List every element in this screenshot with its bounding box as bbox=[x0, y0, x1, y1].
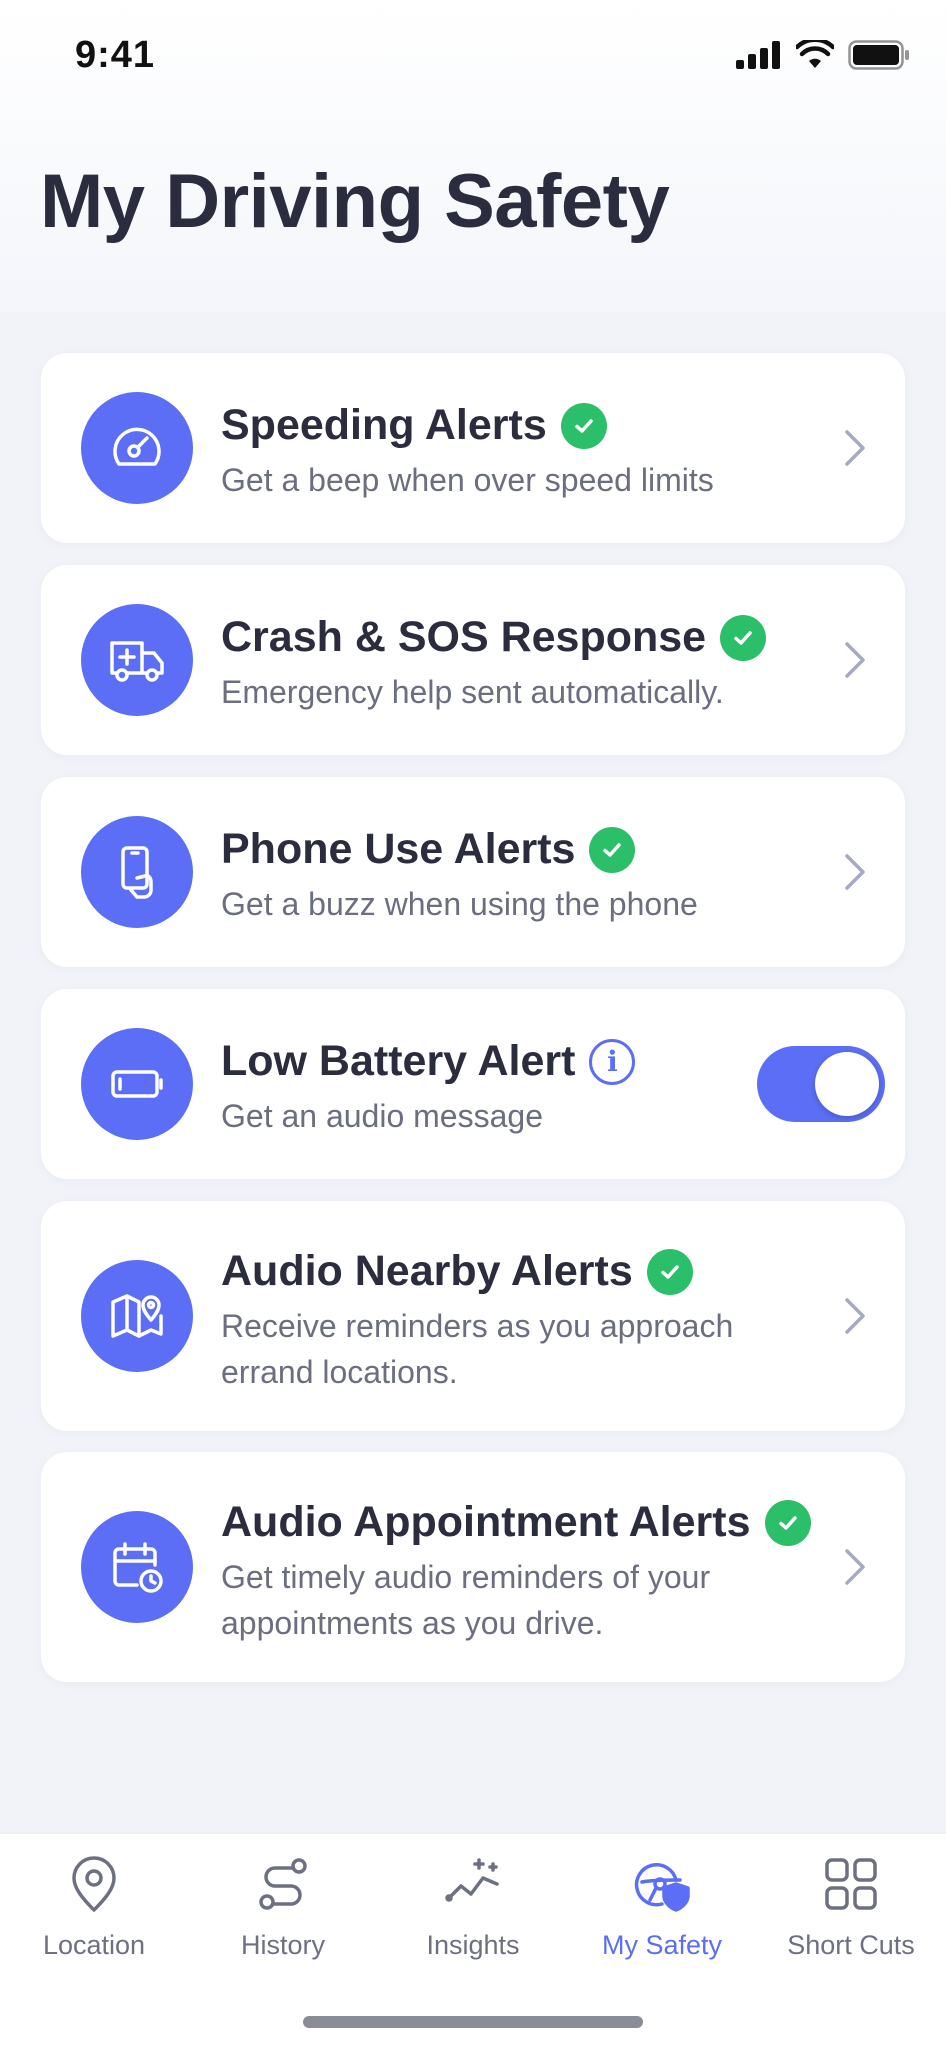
toggle-knob bbox=[815, 1052, 879, 1116]
card-title: Phone Use Alerts bbox=[221, 825, 576, 873]
chevron-right-icon bbox=[845, 854, 865, 890]
card-subtitle: Get timely audio reminders of your appoi… bbox=[221, 1559, 711, 1641]
check-icon bbox=[764, 1499, 811, 1546]
location-pin-icon bbox=[72, 1856, 116, 1912]
check-icon bbox=[646, 1248, 693, 1295]
home-indicator bbox=[303, 2016, 643, 2028]
chevron-right-icon bbox=[845, 642, 865, 678]
card-phone-use-alerts[interactable]: Phone Use Alerts Get a buzz when using t… bbox=[41, 777, 905, 967]
card-speeding-alerts[interactable]: Speeding Alerts Get a beep when over spe… bbox=[41, 353, 905, 543]
info-icon[interactable]: i bbox=[589, 1038, 636, 1085]
tab-label: History bbox=[240, 1930, 325, 1960]
speedometer-icon bbox=[81, 392, 193, 504]
status-icons bbox=[736, 40, 910, 70]
chevron-right-icon bbox=[845, 1549, 865, 1585]
wifi-icon bbox=[796, 40, 834, 68]
chevron-right-icon bbox=[845, 430, 865, 466]
tab-my-safety[interactable]: My Safety bbox=[572, 1854, 752, 1961]
low-battery-toggle[interactable] bbox=[757, 1046, 885, 1122]
ambulance-icon bbox=[81, 604, 193, 716]
steering-shield-icon bbox=[634, 1863, 690, 1912]
phone-hand-icon bbox=[81, 816, 193, 928]
card-title: Crash & SOS Response bbox=[221, 613, 707, 661]
check-icon bbox=[589, 826, 636, 873]
card-subtitle: Emergency help sent automatically. bbox=[221, 674, 724, 710]
card-title: Low Battery Alert bbox=[221, 1037, 576, 1085]
card-crash-sos-response[interactable]: Crash & SOS Response Emergency help sent… bbox=[41, 565, 905, 755]
cellular-signal-icon bbox=[736, 41, 780, 69]
tab-label: Location bbox=[42, 1930, 146, 1960]
tab-location[interactable]: Location bbox=[4, 1854, 184, 1961]
grid-icon bbox=[825, 1858, 877, 1910]
card-title: Audio Appointment Alerts bbox=[221, 1498, 751, 1546]
battery-status-icon bbox=[848, 40, 909, 70]
tab-label: Short Cuts bbox=[787, 1930, 915, 1960]
check-icon bbox=[560, 402, 607, 449]
page-title: My Driving Safety bbox=[40, 159, 670, 244]
tab-short-cuts[interactable]: Short Cuts bbox=[761, 1854, 941, 1961]
card-subtitle: Get a beep when over speed limits bbox=[221, 462, 714, 498]
map-pin-icon bbox=[81, 1260, 193, 1372]
card-title: Speeding Alerts bbox=[221, 401, 547, 449]
card-low-battery-alert: Low Battery Alert i Get an audio message bbox=[41, 989, 905, 1179]
card-subtitle: Get a buzz when using the phone bbox=[221, 886, 698, 922]
route-icon bbox=[259, 1858, 307, 1910]
calendar-clock-icon bbox=[81, 1511, 193, 1623]
card-audio-nearby-alerts[interactable]: Audio Nearby Alerts Receive reminders as… bbox=[41, 1201, 905, 1431]
insights-chart-icon bbox=[445, 1858, 499, 1902]
tab-history[interactable]: History bbox=[193, 1854, 373, 1961]
chevron-right-icon bbox=[845, 1298, 865, 1334]
battery-icon bbox=[81, 1028, 193, 1140]
tab-label: Insights bbox=[426, 1930, 520, 1960]
card-audio-appointment-alerts[interactable]: Audio Appointment Alerts Get timely audi… bbox=[41, 1452, 905, 1682]
check-icon bbox=[720, 614, 767, 661]
tab-insights[interactable]: Insights bbox=[383, 1854, 563, 1961]
card-subtitle: Get an audio message bbox=[221, 1098, 543, 1134]
tab-label: My Safety bbox=[601, 1930, 723, 1960]
card-subtitle: Receive reminders as you approach errand… bbox=[221, 1308, 734, 1390]
status-bar: 9:41 bbox=[0, 0, 946, 120]
card-title: Audio Nearby Alerts bbox=[221, 1247, 633, 1295]
status-time: 9:41 bbox=[75, 34, 156, 76]
